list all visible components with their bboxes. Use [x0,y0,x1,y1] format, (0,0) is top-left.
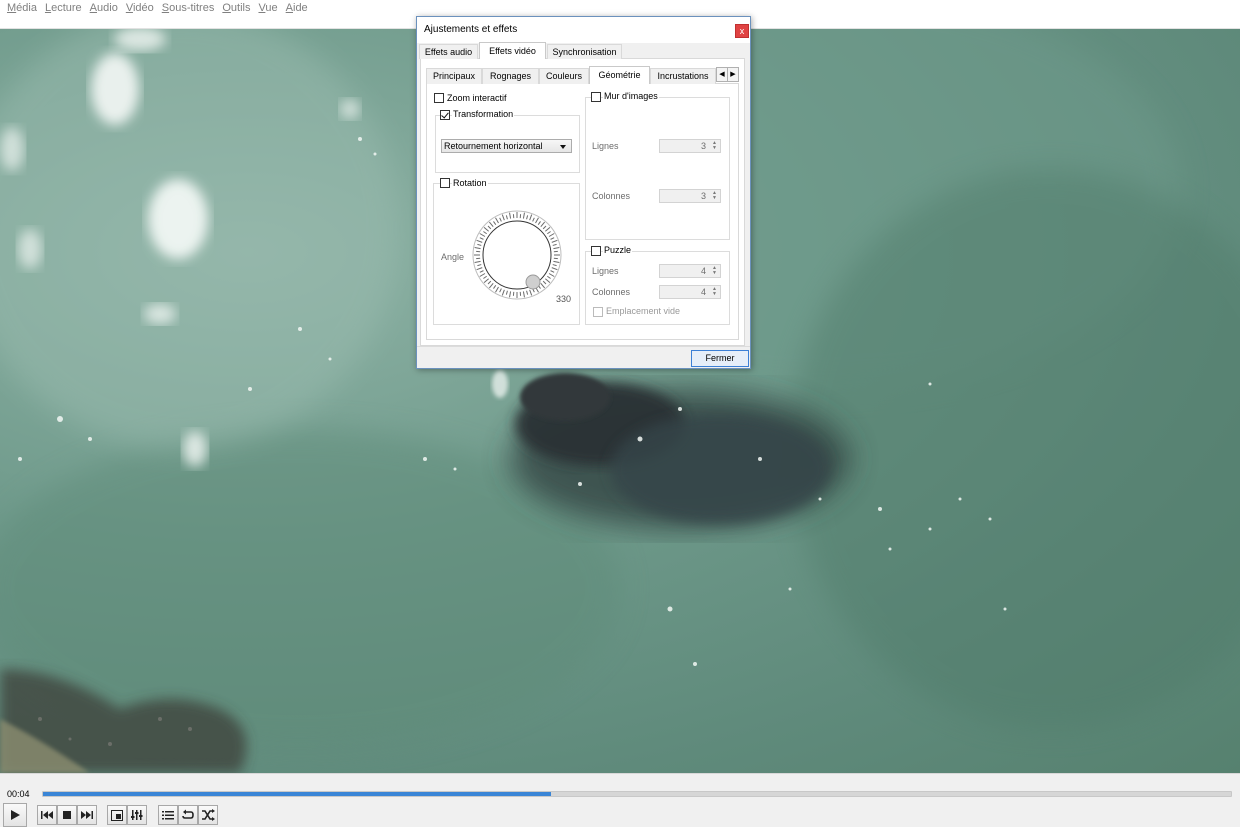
subtab-incrustations[interactable]: Incrustations [650,68,716,84]
emplacement-vide-checkbox[interactable] [593,307,603,317]
loop-icon [182,809,194,819]
mur-images-checkbox[interactable] [591,92,601,102]
spin-arrows-icon[interactable]: ▲ ▼ [710,141,719,151]
transformation-select-value: Retournement horizontal [444,141,543,151]
tab-synchronisation[interactable]: Synchronisation [547,44,622,59]
playlist-icon [162,811,174,820]
tab-effets-audio[interactable]: Effets audio [419,44,478,59]
zoom-interactif-label: Zoom interactif [446,93,508,103]
shuffle-icon [202,809,215,821]
shuffle-button[interactable] [198,805,218,825]
angle-value: 330 [556,294,572,304]
fermer-button[interactable]: Fermer [691,350,749,367]
fullscreen-icon [111,809,123,821]
puzzle-colonnes-label: Colonnes [591,287,632,297]
next-icon [81,811,93,819]
dialog-titlebar[interactable]: Ajustements et effets x [417,17,750,43]
spin-arrows-icon[interactable]: ▲ ▼ [710,287,719,297]
mur-lignes-value: 3 [700,141,706,151]
spin-arrows-icon[interactable]: ▲ ▼ [710,266,719,276]
puzzle-colonnes-value: 4 [700,287,706,297]
mur-images-label: Mur d'images [603,91,659,101]
transformation-label: Transformation [452,109,515,119]
next-button[interactable] [77,805,97,825]
rotation-label: Rotation [452,178,488,188]
zoom-interactif-checkbox[interactable] [434,93,444,103]
loop-button[interactable] [178,805,198,825]
seek-bar[interactable] [42,791,1232,797]
control-bar: 00:04 [0,773,1240,827]
puzzle-label: Puzzle [603,245,633,255]
dialog-divider [417,346,750,347]
mur-colonnes-label: Colonnes [591,191,632,201]
previous-icon [41,811,53,819]
menu-outils[interactable]: Outils [219,0,255,16]
close-icon[interactable]: x [735,24,749,38]
mur-colonnes-value: 3 [700,191,706,201]
subtab-geometrie[interactable]: Géométrie [589,66,650,84]
play-button[interactable] [3,803,27,827]
extended-settings-button[interactable] [127,805,147,825]
menu-media[interactable]: Média [4,0,42,16]
subtab-principaux[interactable]: Principaux [426,68,482,84]
subtab-rognages[interactable]: Rognages [482,68,539,84]
subtab-couleurs[interactable]: Couleurs [539,68,589,84]
rotation-checkbox[interactable] [440,178,450,188]
mur-images-group [585,97,730,240]
subtab-scroll-right-icon[interactable]: ▶ [727,67,739,82]
previous-button[interactable] [37,805,57,825]
playlist-button[interactable] [158,805,178,825]
menu-sous-titres[interactable]: Sous-titres [159,0,220,16]
mur-colonnes-spinbox[interactable]: 3 ▲ ▼ [659,189,721,203]
puzzle-lignes-spinbox[interactable]: 4 ▲ ▼ [659,264,721,278]
time-elapsed: 00:04 [7,789,30,799]
tab-effets-video[interactable]: Effets vidéo [479,42,546,59]
seek-bar-fill [43,792,552,796]
dialog-title: Ajustements et effets [424,24,518,35]
menu-aide[interactable]: Aide [283,0,313,16]
menu-video[interactable]: Vidéo [123,0,159,16]
play-icon [11,810,20,820]
stop-button[interactable] [57,805,77,825]
fullscreen-button[interactable] [107,805,127,825]
chevron-down-icon [560,145,566,149]
spin-arrows-icon[interactable]: ▲ ▼ [710,191,719,201]
transformation-select[interactable]: Retournement horizontal [441,139,572,153]
stop-icon [63,811,71,819]
mur-lignes-label: Lignes [591,141,620,151]
puzzle-colonnes-spinbox[interactable]: 4 ▲ ▼ [659,285,721,299]
rotation-dial[interactable] [466,204,568,306]
menu-vue[interactable]: Vue [255,0,282,16]
dial-icon [472,210,562,300]
puzzle-lignes-value: 4 [700,266,706,276]
equalizer-icon [131,810,143,820]
menu-lecture[interactable]: Lecture [42,0,87,16]
menu-bar: Média Lecture Audio Vidéo Sous-titres Ou… [0,0,1240,16]
transformation-checkbox[interactable] [440,110,450,120]
menu-audio[interactable]: Audio [87,0,123,16]
puzzle-checkbox[interactable] [591,246,601,256]
mur-lignes-spinbox[interactable]: 3 ▲ ▼ [659,139,721,153]
puzzle-lignes-label: Lignes [591,266,620,276]
emplacement-vide-label: Emplacement vide [605,306,682,316]
angle-label: Angle [440,252,466,262]
